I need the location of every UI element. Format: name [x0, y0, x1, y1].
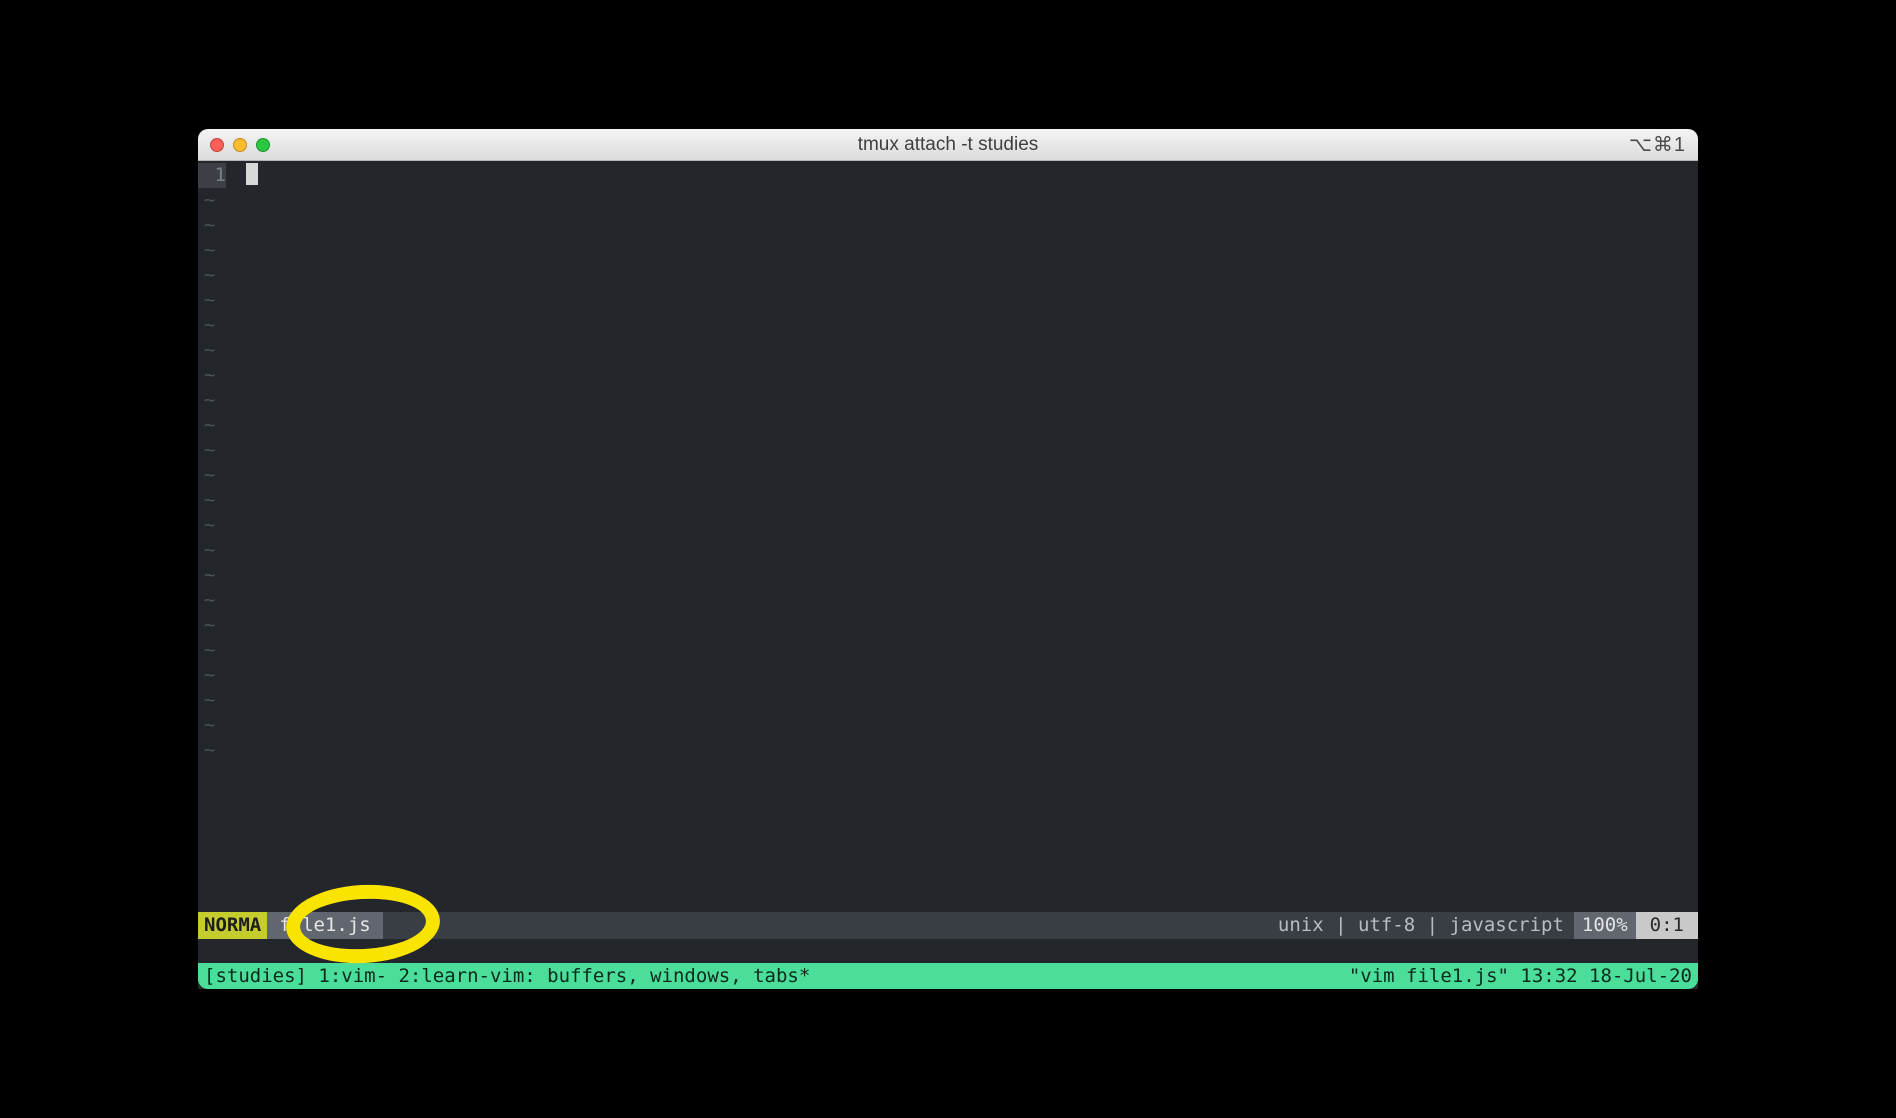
window-titlebar: tmux attach -t studies ⌥⌘1 [198, 129, 1698, 161]
empty-line-tilde: ~ [204, 463, 215, 488]
empty-line-tilde: ~ [204, 413, 215, 438]
window-title: tmux attach -t studies [198, 134, 1698, 156]
empty-line-tildes: ~~~~~~~~~~~~~~~~~~~~~~~ [204, 188, 215, 763]
empty-line-tilde: ~ [204, 538, 215, 563]
empty-line-tilde: ~ [204, 513, 215, 538]
tmux-windows[interactable]: [studies] 1:vim- 2:learn-vim: buffers, w… [198, 964, 810, 989]
filename-segment: file1.js [267, 912, 383, 939]
text-cursor [246, 163, 258, 185]
empty-line-tilde: ~ [204, 738, 215, 763]
editor-area[interactable]: 1 ~~~~~~~~~~~~~~~~~~~~~~~ NORMA file1.js… [198, 161, 1698, 989]
vim-cmdline[interactable] [198, 939, 1698, 964]
empty-line-tilde: ~ [204, 338, 215, 363]
file-info: unix | utf-8 | javascript [1278, 913, 1568, 938]
scroll-percent: 100% [1574, 912, 1636, 939]
empty-line-tilde: ~ [204, 563, 215, 588]
line-number: 1 [198, 163, 226, 188]
empty-line-tilde: ~ [204, 613, 215, 638]
empty-line-tilde: ~ [204, 238, 215, 263]
empty-line-tilde: ~ [204, 438, 215, 463]
empty-line-tilde: ~ [204, 313, 215, 338]
vim-statusline: NORMA file1.js unix | utf-8 | javascript… [198, 912, 1698, 939]
empty-line-tilde: ~ [204, 388, 215, 413]
empty-line-tilde: ~ [204, 488, 215, 513]
terminal-window: tmux attach -t studies ⌥⌘1 1 ~~~~~~~~~~~… [198, 129, 1698, 989]
tmux-statusbar: [studies] 1:vim- 2:learn-vim: buffers, w… [198, 963, 1698, 989]
empty-line-tilde: ~ [204, 663, 215, 688]
empty-line-tilde: ~ [204, 288, 215, 313]
empty-line-tilde: ~ [204, 588, 215, 613]
empty-line-tilde: ~ [204, 638, 215, 663]
empty-line-tilde: ~ [204, 713, 215, 738]
cursor-position: 0:1 [1636, 912, 1698, 939]
empty-line-tilde: ~ [204, 213, 215, 238]
empty-line-tilde: ~ [204, 263, 215, 288]
empty-line-tilde: ~ [204, 688, 215, 713]
empty-line-tilde: ~ [204, 188, 215, 213]
empty-line-tilde: ~ [204, 363, 215, 388]
mode-indicator: NORMA [198, 912, 267, 939]
tmux-clock: "vim file1.js" 13:32 18-Jul-20 [1349, 964, 1698, 989]
